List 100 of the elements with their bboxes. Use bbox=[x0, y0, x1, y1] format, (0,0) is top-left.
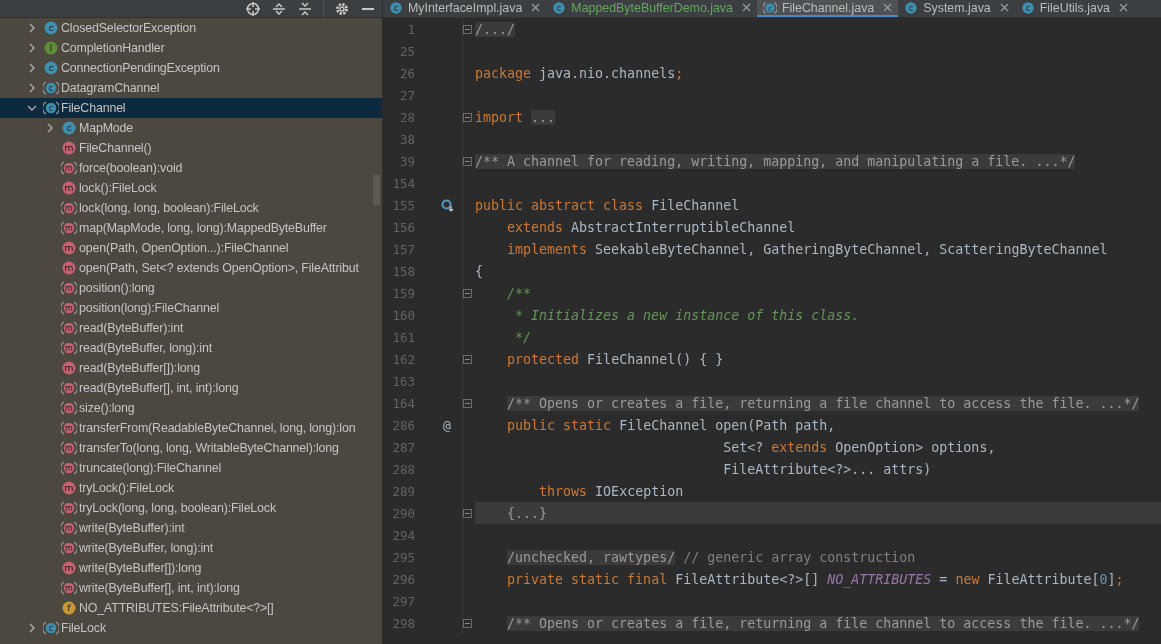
line-number: 155 bbox=[391, 197, 415, 213]
tree-item[interactable]: c FileLock bbox=[0, 618, 382, 638]
code-line: public abstract class FileChannel bbox=[475, 197, 740, 213]
tree-item[interactable]: m size():long bbox=[0, 398, 382, 418]
line-number: 1 bbox=[406, 21, 415, 37]
fold-icon[interactable] bbox=[463, 288, 472, 298]
chevron-icon[interactable] bbox=[27, 43, 37, 53]
tree-item[interactable]: m write(ByteBuffer):int bbox=[0, 518, 382, 538]
method-icon: m bbox=[61, 560, 77, 576]
tree-item[interactable]: m tryLock(long, long, boolean):FileLock bbox=[0, 498, 382, 518]
expand-all-icon[interactable] bbox=[271, 1, 287, 16]
tree-item[interactable]: c DatagramChannel bbox=[0, 78, 382, 98]
abstract-method-icon: m bbox=[61, 460, 77, 476]
tree-item[interactable]: m truncate(long):FileChannel bbox=[0, 458, 382, 478]
tree-item[interactable]: m transferFrom(ReadableByteChannel, long, long):lon bbox=[0, 418, 382, 438]
abstract-method-icon: m bbox=[61, 420, 77, 436]
class-icon: c bbox=[552, 0, 567, 15]
tree-item[interactable]: I CompletionHandler bbox=[0, 38, 382, 58]
editor-tab[interactable]: c FileUtils.java bbox=[1014, 0, 1134, 17]
code-line: extends AbstractInterruptibleChannel bbox=[506, 219, 796, 235]
line-number: 161 bbox=[391, 329, 415, 345]
class-icon: c bbox=[904, 0, 919, 15]
close-icon[interactable] bbox=[531, 3, 541, 12]
tree-item[interactable]: m write(ByteBuffer[], int, int):long bbox=[0, 578, 382, 598]
tree-item[interactable]: m lock():FileLock bbox=[0, 178, 382, 198]
settings-icon[interactable] bbox=[334, 1, 350, 16]
close-icon[interactable] bbox=[1118, 3, 1128, 12]
method-icon: m bbox=[61, 140, 77, 156]
abstract-method-icon: m bbox=[61, 300, 77, 316]
tree-item[interactable]: m write(ByteBuffer, long):int bbox=[0, 538, 382, 558]
code-line: Set<? extends OpenOption> options, bbox=[722, 439, 996, 455]
code-line: throws IOException bbox=[538, 483, 684, 499]
line-number: 156 bbox=[391, 219, 415, 235]
collapse-all-icon[interactable] bbox=[297, 1, 313, 16]
tree-item[interactable]: m transferTo(long, long, WritableByteChannel):long bbox=[0, 438, 382, 458]
code-line: /unchecked, rawtypes/ // generic array construction bbox=[506, 549, 916, 565]
fold-icon[interactable] bbox=[463, 24, 472, 34]
tree-item[interactable]: c FileChannel bbox=[0, 98, 382, 118]
tree-item[interactable]: m FileChannel() bbox=[0, 138, 382, 158]
tree-item[interactable]: m read(ByteBuffer[]):long bbox=[0, 358, 382, 378]
tree-item[interactable]: m read(ByteBuffer):int bbox=[0, 318, 382, 338]
tree-item[interactable]: m force(boolean):void bbox=[0, 158, 382, 178]
tree-item[interactable]: c MapMode bbox=[0, 118, 382, 138]
abstract-class-icon: c bbox=[43, 100, 59, 116]
tree-item[interactable]: m map(MapMode, long, long):MappedByteBuffer bbox=[0, 218, 382, 238]
editor-tab[interactable]: c MyInterfaceImpl.java bbox=[383, 0, 547, 17]
abstract-class-icon: c bbox=[43, 80, 59, 96]
line-number: 154 bbox=[391, 175, 415, 191]
tree-item[interactable]: m open(Path, OpenOption...):FileChannel bbox=[0, 238, 382, 258]
chevron-icon[interactable] bbox=[27, 83, 37, 93]
chevron-icon[interactable] bbox=[27, 63, 37, 73]
line-number: 163 bbox=[391, 373, 415, 389]
chevron-icon[interactable] bbox=[27, 103, 37, 113]
line-number: 296 bbox=[391, 571, 415, 587]
chevron-icon[interactable] bbox=[27, 623, 37, 633]
line-number: 286 bbox=[391, 417, 415, 433]
line-number: 294 bbox=[391, 527, 415, 543]
method-icon: m bbox=[61, 260, 77, 276]
class-icon: c bbox=[43, 20, 59, 36]
close-icon[interactable] bbox=[741, 3, 751, 12]
tree-item[interactable]: c ConnectionPendingException bbox=[0, 58, 382, 78]
method-icon: m bbox=[61, 180, 77, 196]
line-number: 25 bbox=[398, 43, 415, 59]
gutter-marker[interactable]: @ bbox=[443, 417, 451, 433]
line-number: 298 bbox=[391, 615, 415, 631]
tree-item[interactable]: m position():long bbox=[0, 278, 382, 298]
close-icon[interactable] bbox=[999, 3, 1009, 12]
code-line: FileAttribute<?>... attrs) bbox=[722, 461, 932, 477]
code-line: implements SeekableByteChannel, GatheringByteChannel, ScatteringByteChannel bbox=[506, 241, 1108, 257]
tree-item[interactable]: m write(ByteBuffer[]):long bbox=[0, 558, 382, 578]
tree-item[interactable]: m open(Path, Set<? extends OpenOption>, FileAttribut bbox=[0, 258, 382, 278]
tree-item[interactable]: m read(ByteBuffer, long):int bbox=[0, 338, 382, 358]
line-number: 297 bbox=[391, 593, 415, 609]
class-icon: c bbox=[43, 60, 59, 76]
abstract-method-icon: m bbox=[61, 580, 77, 596]
field-icon: f bbox=[61, 600, 77, 616]
chevron-icon[interactable] bbox=[45, 123, 55, 133]
line-number: 160 bbox=[391, 307, 415, 323]
close-icon[interactable] bbox=[883, 3, 893, 12]
fold-icon[interactable] bbox=[463, 112, 472, 122]
fold-icon[interactable] bbox=[463, 618, 472, 628]
fold-icon[interactable] bbox=[463, 508, 472, 518]
code-line: package java.nio.channels; bbox=[475, 65, 684, 81]
editor-tab[interactable]: c System.java bbox=[898, 0, 1015, 17]
chevron-icon[interactable] bbox=[27, 23, 37, 33]
line-number: 27 bbox=[398, 87, 415, 103]
crosshair-icon[interactable] bbox=[245, 1, 261, 16]
tree-item[interactable]: f NO_ATTRIBUTES:FileAttribute<?>[] bbox=[0, 598, 382, 618]
tree-item[interactable]: c ClosedSelectorException bbox=[0, 18, 382, 38]
tree-item[interactable]: m lock(long, long, boolean):FileLock bbox=[0, 198, 382, 218]
tree-item[interactable]: m tryLock():FileLock bbox=[0, 478, 382, 498]
class-icon: c bbox=[1020, 0, 1035, 15]
tree-item[interactable]: m read(ByteBuffer[], int, int):long bbox=[0, 378, 382, 398]
editor-tab[interactable]: c MappedByteBufferDemo.java bbox=[546, 0, 757, 17]
tree-item[interactable]: m position(long):FileChannel bbox=[0, 298, 382, 318]
line-number: 290 bbox=[391, 505, 415, 521]
fold-icon[interactable] bbox=[463, 156, 472, 166]
fold-icon[interactable] bbox=[463, 354, 472, 364]
code-line: { bbox=[475, 263, 483, 279]
fold-icon[interactable] bbox=[463, 398, 472, 408]
